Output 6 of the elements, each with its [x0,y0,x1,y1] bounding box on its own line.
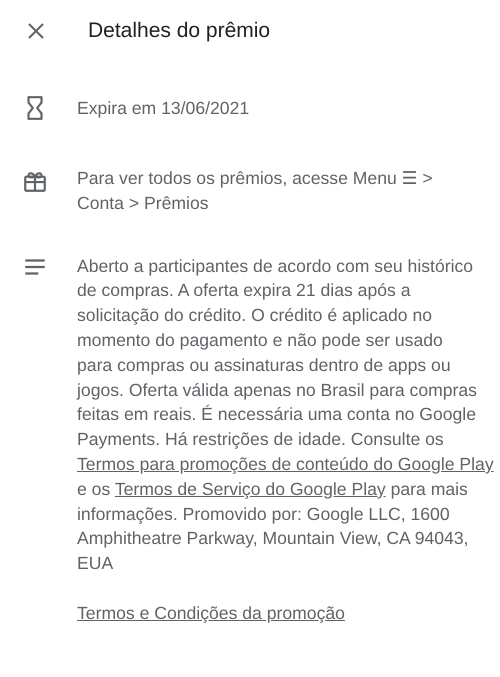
terms-link[interactable]: Termos de Serviço do Google Play [114,478,386,499]
page-title: Detalhes do prêmio [88,19,270,43]
terms-link[interactable]: Termos para promoções de conteúdo do Google Play [77,454,494,474]
info-text: Para ver todos os prêmios, acesse Menu ☰ > Conta > Prêmios [77,167,434,215]
expiry-text: Expira em 13/06/2021 [77,96,250,120]
terms-link[interactable]: Termos e Condições da promoção [77,602,345,623]
